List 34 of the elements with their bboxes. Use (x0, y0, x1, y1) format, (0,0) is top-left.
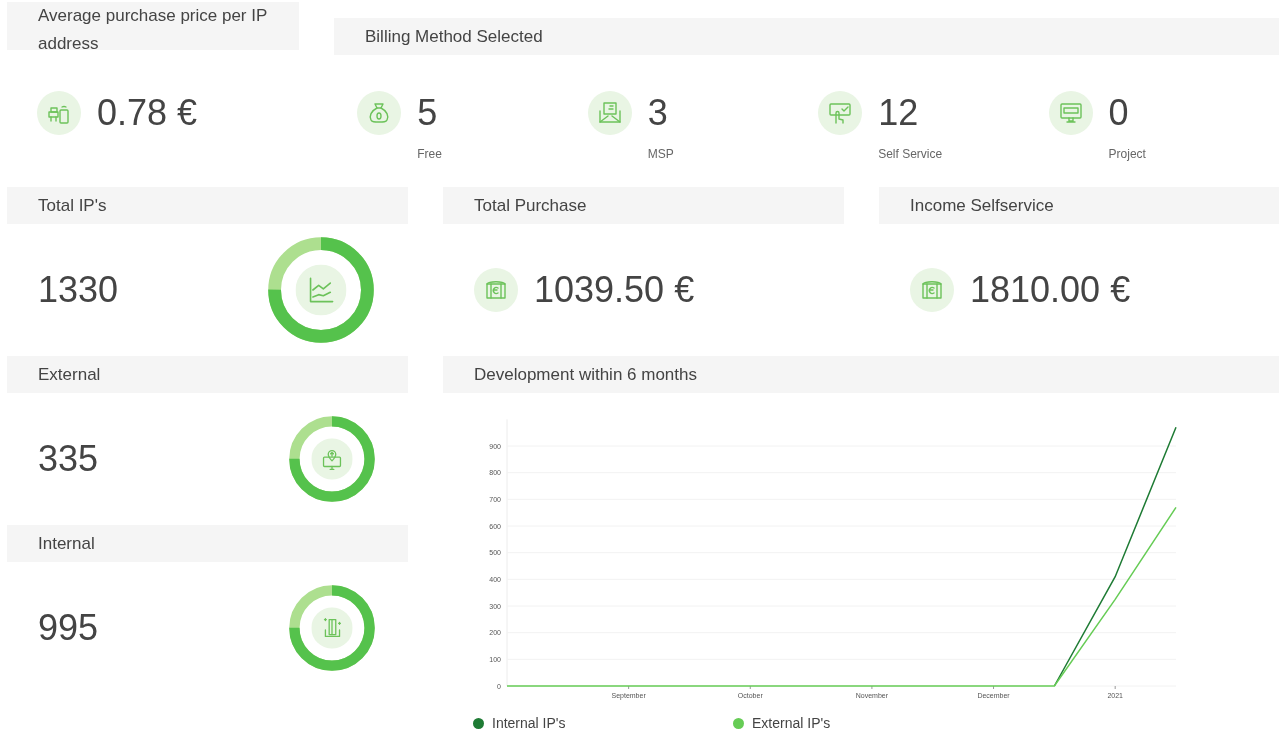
section-header: External (7, 356, 408, 393)
server-icon (311, 607, 353, 649)
section-header: Total Purchase (443, 187, 844, 224)
stat-value: 1330 (38, 268, 119, 312)
section-header: Income Selfservice (879, 187, 1279, 224)
stat-value: 12 (878, 91, 920, 135)
stat-value: 5 (417, 91, 439, 135)
line-chart-icon (295, 264, 347, 316)
stat-value: 0.78 € (97, 95, 198, 131)
legend-label: External IP's (752, 714, 831, 733)
stat-label: Self Service (878, 146, 943, 163)
section-header: Average purchase price per IP address (7, 2, 299, 50)
devices-icon (37, 91, 81, 135)
stat-label: MSP (647, 146, 674, 163)
stat-value: 335 (38, 437, 99, 481)
location-monitor-icon (311, 438, 353, 480)
euro-box-icon (910, 268, 954, 312)
touch-screen-icon (818, 91, 863, 135)
stat-value: 3 (647, 91, 669, 135)
envelope-icon (587, 91, 632, 135)
section-header: Internal (7, 525, 408, 562)
stat-value: 1810.00 € (970, 268, 1131, 312)
stat-label: Free (417, 146, 442, 163)
euro-box-icon (474, 268, 518, 312)
section-header: Total IP's (7, 187, 408, 224)
stat-value: 995 (38, 606, 99, 650)
stat-label: Project (1108, 146, 1146, 163)
monitor-icon (1048, 91, 1093, 135)
stat-value: 1039.50 € (534, 268, 695, 312)
section-header: Billing Method Selected (334, 18, 1279, 55)
legend-label: Internal IP's (492, 714, 566, 733)
stat-value: 0 (1108, 91, 1130, 135)
money-bag-icon (357, 91, 402, 135)
section-header: Development within 6 months (443, 356, 1279, 393)
